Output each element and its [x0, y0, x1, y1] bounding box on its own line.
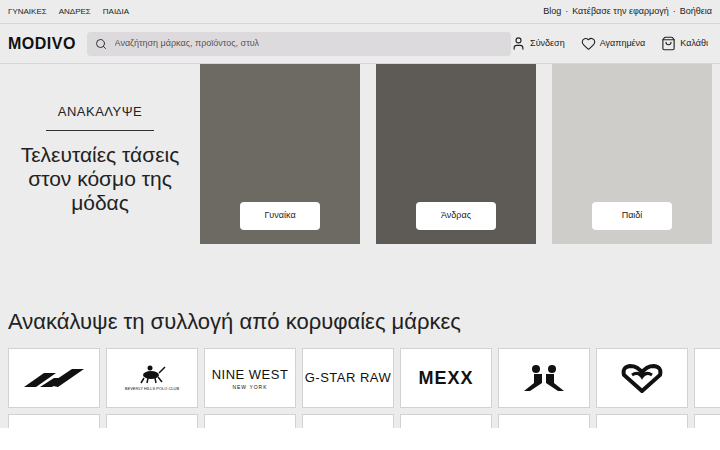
logo[interactable]: MODIVO [8, 32, 87, 56]
hero-title: Τελευταίες τάσεις στον κόσμο της μόδας [8, 143, 192, 215]
brand-name: NINE WEST [212, 365, 289, 385]
top-right-link[interactable]: Κατέβασε την εφαρμογή [572, 5, 669, 19]
heart-icon [581, 36, 596, 51]
brand-tile[interactable] [694, 414, 720, 428]
category-card[interactable]: Παιδί [552, 64, 712, 244]
category-button[interactable]: Άνδρας [416, 202, 496, 230]
top-link[interactable]: ΓΥΝΑΙΚΕΣ [8, 6, 47, 18]
brand-tile[interactable]: MEXX [400, 348, 492, 408]
brands-title: Ανακάλυψε τη συλλογή από κορυφαίες μάρκε… [0, 308, 720, 336]
brand-subtitle: NEW YORK [232, 384, 267, 392]
header-action[interactable]: Καλάθι [661, 36, 708, 51]
brand-tile[interactable] [204, 414, 296, 428]
top-bar: ΓΥΝΑΙΚΕΣ ΑΝΔΡΕΣ ΠΑΙΔΙΑ Blog · Κατέβασε την εφ… [0, 0, 720, 24]
category-card[interactable]: Άνδρας [376, 64, 536, 244]
brand-tile[interactable]: NINE WESTNEW YORK [204, 348, 296, 408]
brand-tile[interactable] [106, 414, 198, 428]
category-card[interactable]: Γυναίκα [200, 64, 360, 244]
bag-icon [661, 36, 676, 51]
top-right-link[interactable]: Βοήθεια [680, 5, 712, 19]
user-icon [511, 36, 526, 51]
page: ΓΥΝΑΙΚΕΣ ΑΝΔΡΕΣ ΠΑΙΔΙΑ Blog · Κατέβασε την εφ… [0, 0, 720, 450]
brand-tile[interactable] [694, 348, 720, 408]
brand-tile[interactable] [8, 414, 100, 428]
category-button[interactable]: Γυναίκα [240, 202, 320, 230]
brand-tile[interactable] [302, 414, 394, 428]
brand-name: BEVERLY HILLS POLO CLUB [125, 386, 179, 392]
brand-tile[interactable] [498, 348, 590, 408]
header-action[interactable]: Αγαπημένα [581, 36, 646, 51]
brand-tile[interactable] [596, 348, 688, 408]
search-field[interactable]: Αναζήτηση μάρκας, προϊόντος, στυλ [87, 32, 512, 56]
brand-tile[interactable] [498, 414, 590, 428]
separator: · [565, 5, 568, 19]
top-link[interactable]: ΑΝΔΡΕΣ [59, 6, 91, 18]
brand-tile[interactable]: G-STAR RAW [302, 348, 394, 408]
top-link[interactable]: ΠΑΙΔΙΑ [103, 6, 129, 18]
separator: · [673, 5, 676, 19]
brand-name: G-STAR RAW [305, 368, 392, 388]
header-action[interactable]: Σύνδεση [511, 36, 565, 51]
top-right-link[interactable]: Blog [543, 5, 561, 19]
search-icon [95, 38, 107, 50]
brand-tile[interactable]: BEVERLY HILLS POLO CLUB [106, 348, 198, 408]
hero: ΑΝΑΚΑΛΥΨΕ Τελευταίες τάσεις στον κόσμο τη… [0, 64, 720, 244]
brand-tile[interactable] [596, 414, 688, 428]
kappa-logo-icon [516, 363, 572, 393]
category-button[interactable]: Παιδί [592, 202, 672, 230]
hero-eyebrow: ΑΝΑΚΑΛΥΨΕ [46, 102, 155, 131]
brand-tile[interactable] [8, 348, 100, 408]
reebok-logo-icon [22, 367, 86, 389]
header: MODIVOΑναζήτηση μάρκας, προϊόντος, στυλΣ… [0, 24, 720, 64]
polo-club-emblem-icon [138, 364, 166, 384]
brand-grid: BEVERLY HILLS POLO CLUB NINE WESTNEW YORK… [0, 348, 720, 408]
brand-name: MEXX [418, 365, 473, 392]
brand-tile[interactable] [400, 414, 492, 428]
roxy-logo-icon [620, 363, 664, 393]
